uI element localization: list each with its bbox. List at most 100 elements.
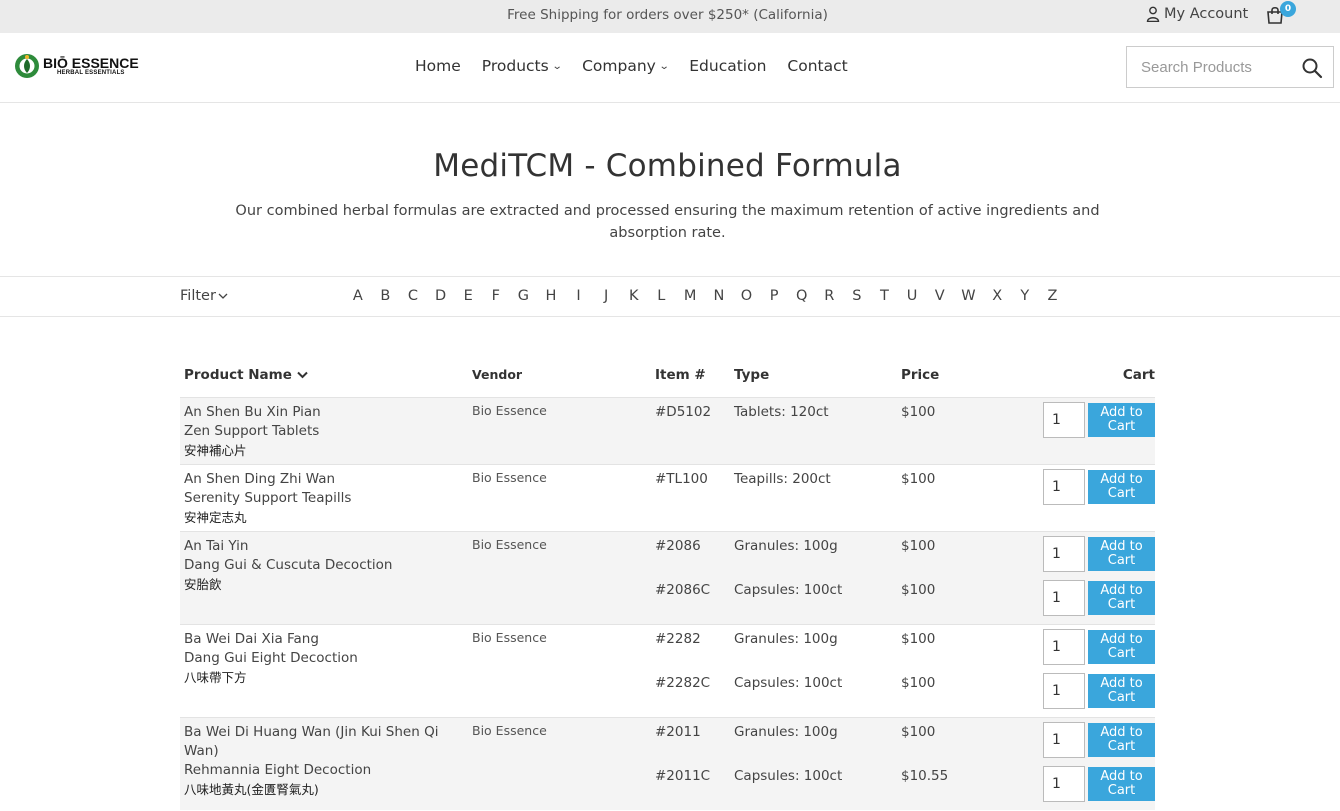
table-row: An Tai Yin Dang Gui & Cuscuta Decoction … [180,530,1155,624]
my-account-link[interactable]: My Account [1146,6,1248,22]
price-cell: $100 [897,716,1027,762]
add-to-cart-label-line2: Cart [1107,738,1136,754]
filter-letter[interactable]: Y [1011,288,1039,304]
item-number-cell: #TL100 [651,463,730,531]
quantity-input[interactable]: 1 [1043,580,1085,616]
chevron-down-icon: ⌄ [551,60,563,72]
add-to-cart-button[interactable]: Add to Cart [1088,536,1155,571]
add-to-cart-button[interactable]: Add to Cart [1088,674,1155,708]
header-product-name[interactable]: Product Name [180,355,468,397]
add-to-cart-button[interactable]: Add to Cart [1088,629,1155,664]
search-input[interactable] [1127,47,1297,87]
nav-products[interactable]: Products ⌄ [482,57,563,75]
cart-cell: 1 Add to Cart [1027,716,1155,762]
filter-letter[interactable]: C [399,288,427,304]
add-to-cart-label-line1: Add to [1100,471,1143,487]
type-cell: Granules: 100g [730,716,897,762]
add-to-cart-group: 1 Add to Cart [1043,628,1155,665]
filter-letter[interactable]: M [675,288,705,304]
product-name[interactable]: An Shen Bu Xin Pian Zen Support Tablets … [184,403,464,460]
item-number-cell: #2282 [651,623,730,669]
product-type: Capsules: 100ct [734,582,843,598]
product-type: Capsules: 100ct [734,768,843,784]
add-to-cart-button[interactable]: Add to Cart [1088,767,1155,801]
type-cell: Tablets: 120ct [730,396,897,464]
nav-contact-label: Contact [787,57,848,75]
vendor-cell: Bio Essence [468,716,651,810]
filter-letter[interactable]: Z [1039,288,1067,304]
nav-education[interactable]: Education [689,57,766,75]
filter-letter[interactable]: O [733,288,761,304]
filter-letter[interactable]: W [953,288,983,304]
nav-company[interactable]: Company ⌄ [582,57,669,75]
header-item-label: Item # [655,366,706,383]
item-number: #2282 [655,630,701,647]
filter-letter[interactable]: U [898,288,926,304]
filter-letter[interactable]: G [510,288,538,304]
add-to-cart-button[interactable]: Add to Cart [1088,581,1155,615]
add-to-cart-group: 1 Add to Cart [1043,535,1155,572]
chevron-down-icon [218,293,228,299]
add-to-cart-button[interactable]: Add to Cart [1088,469,1155,504]
quantity-input[interactable]: 1 [1043,721,1085,758]
product-type: Teapills: 200ct [734,470,831,487]
add-to-cart-group: 1 Add to Cart [1043,468,1155,505]
item-number-cell: #2086C [651,576,730,624]
quantity-input[interactable]: 1 [1043,468,1085,505]
product-name[interactable]: Ba Wei Di Huang Wan (Jin Kui Shen Qi Wan… [184,723,464,799]
type-cell: Granules: 100g [730,530,897,576]
add-to-cart-group: 1 Add to Cart [1043,580,1155,616]
product-chinese-name: 安神補心片 [184,442,247,458]
product-name[interactable]: An Shen Ding Zhi Wan Serenity Support Te… [184,470,464,527]
filter-letter[interactable]: L [648,288,676,304]
filter-letter[interactable]: A [344,288,372,304]
nav-contact[interactable]: Contact [787,57,847,75]
add-to-cart-label-line2: Cart [1107,645,1136,661]
filter-letter[interactable]: K [620,288,648,304]
filter-letter[interactable]: V [926,288,954,304]
quantity-input[interactable]: 1 [1043,628,1085,665]
product-name-cell: An Tai Yin Dang Gui & Cuscuta Decoction … [180,530,468,624]
add-to-cart-button[interactable]: Add to Cart [1088,722,1155,757]
filter-letter[interactable]: E [454,288,482,304]
product-name-cell: Ba Wei Dai Xia Fang Dang Gui Eight Decoc… [180,623,468,717]
product-chinese-name: 安神定志丸 [184,509,247,525]
item-number: #2086 [655,537,701,554]
quantity-input[interactable]: 1 [1043,766,1085,802]
product-type: Tablets: 120ct [734,403,829,420]
table-row: Ba Wei Di Huang Wan (Jin Kui Shen Qi Wan… [180,716,1155,810]
product-name[interactable]: Ba Wei Dai Xia Fang Dang Gui Eight Decoc… [184,630,464,687]
product-name[interactable]: An Tai Yin Dang Gui & Cuscuta Decoction … [184,537,464,594]
table-row: An Shen Ding Zhi Wan Serenity Support Te… [180,463,1155,531]
filter-letter[interactable]: Q [788,288,816,304]
nav-home[interactable]: Home [415,57,461,75]
add-to-cart-label-line2: Cart [1107,418,1136,434]
filter-letter[interactable]: B [372,288,400,304]
header-vendor: Vendor [468,355,651,397]
filter-letter[interactable]: I [565,288,593,304]
product-table: Product Name Vendor Item # Type Price Ca… [180,355,1155,810]
filter-letter[interactable]: T [871,288,899,304]
filter-dropdown[interactable]: Filter [180,288,228,304]
quantity-input[interactable]: 1 [1043,535,1085,572]
filter-letter[interactable]: R [816,288,844,304]
filter-letter[interactable]: J [592,288,620,304]
quantity-input[interactable]: 1 [1043,401,1085,438]
table-row: An Shen Bu Xin Pian Zen Support Tablets … [180,396,1155,464]
search-box [1126,46,1334,88]
filter-letter[interactable]: X [983,288,1011,304]
filter-letter[interactable]: N [705,288,733,304]
filter-letter[interactable]: P [760,288,788,304]
type-cell: Capsules: 100ct [730,576,897,624]
search-icon[interactable] [1301,57,1323,79]
product-name-cell: An Shen Ding Zhi Wan Serenity Support Te… [180,463,468,531]
filter-letter[interactable]: H [537,288,565,304]
filter-letter[interactable]: F [482,288,510,304]
header-cart: Cart [1027,355,1155,397]
quantity-input[interactable]: 1 [1043,673,1085,709]
add-to-cart-button[interactable]: Add to Cart [1088,402,1155,437]
site-logo[interactable]: BIŌ ESSENCE HERBAL ESSENTIALS [14,53,139,79]
filter-letter[interactable]: D [427,288,455,304]
filter-letter[interactable]: S [843,288,871,304]
add-to-cart-group: 1 Add to Cart [1043,721,1155,758]
